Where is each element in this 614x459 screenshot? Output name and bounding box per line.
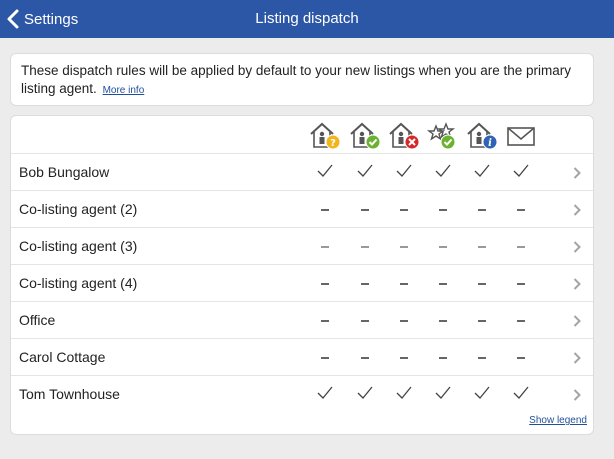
checkmark-icon: [467, 376, 497, 412]
checkmark-icon: [310, 376, 340, 412]
row-label: Tom Townhouse: [19, 386, 120, 402]
checkmark-icon: [389, 376, 419, 412]
chevron-left-icon: [7, 9, 19, 29]
checkmark-icon: [350, 154, 380, 190]
checkmark-icon: [428, 376, 458, 412]
table-row[interactable]: Office: [11, 302, 593, 339]
dash-icon: [506, 302, 536, 338]
dash-icon: [506, 339, 536, 375]
dash-icon: [350, 228, 380, 264]
intro-card: These dispatch rules will be applied by …: [10, 53, 594, 106]
row-label: Co-listing agent (2): [19, 201, 138, 217]
dash-icon: [389, 228, 419, 264]
checkmark-icon: [428, 154, 458, 190]
checkmark-icon: [389, 154, 419, 190]
checkmark-icon: [467, 154, 497, 190]
stars-check-icon: [426, 120, 459, 150]
dash-icon: [428, 302, 458, 338]
dash-icon: [389, 339, 419, 375]
dash-icon: [389, 265, 419, 301]
dash-icon: [350, 191, 380, 227]
row-label: Bob Bungalow: [19, 164, 110, 180]
checkmark-icon: [310, 154, 340, 190]
table-row[interactable]: Co-listing agent (3): [11, 228, 593, 265]
row-label: Carol Cottage: [19, 349, 106, 365]
dash-icon: [389, 302, 419, 338]
table-row[interactable]: Bob Bungalow: [11, 154, 593, 191]
svg-text:?: ?: [330, 138, 336, 149]
dash-icon: [310, 191, 340, 227]
dash-icon: [506, 228, 536, 264]
dash-icon: [350, 302, 380, 338]
page-title: Listing dispatch: [255, 10, 359, 27]
dash-icon: [506, 265, 536, 301]
dash-icon: [350, 339, 380, 375]
dash-icon: [428, 339, 458, 375]
dash-icon: [310, 265, 340, 301]
more-info-link[interactable]: More info: [103, 85, 145, 96]
table-row[interactable]: Carol Cottage: [11, 339, 593, 376]
checkmark-icon: [350, 376, 380, 412]
dash-icon: [467, 265, 497, 301]
dash-icon: [467, 339, 497, 375]
dash-icon: [389, 191, 419, 227]
row-label: Co-listing agent (4): [19, 275, 138, 291]
dash-icon: [310, 302, 340, 338]
dispatch-rules-table: ? i Bob Bungalow Co-listing agent (2) Co-li…: [10, 115, 594, 435]
house-agent-info-icon: i: [466, 120, 498, 150]
dash-icon: [310, 339, 340, 375]
svg-text:i: i: [488, 138, 492, 149]
table-row[interactable]: Co-listing agent (4): [11, 265, 593, 302]
house-agent-cross-icon: [388, 120, 420, 150]
house-agent-question-icon: ?: [309, 120, 341, 150]
table-header: ? i: [11, 116, 593, 154]
dash-icon: [428, 228, 458, 264]
table-row[interactable]: Co-listing agent (2): [11, 191, 593, 228]
show-legend-link[interactable]: Show legend: [529, 415, 587, 426]
row-label: Co-listing agent (3): [19, 238, 138, 254]
dash-icon: [467, 302, 497, 338]
dash-icon: [467, 228, 497, 264]
house-agent-check-icon: [349, 120, 381, 150]
checkmark-icon: [506, 154, 536, 190]
dash-icon: [310, 228, 340, 264]
envelope-icon: [505, 120, 537, 150]
dash-icon: [428, 191, 458, 227]
dash-icon: [467, 191, 497, 227]
dash-icon: [350, 265, 380, 301]
row-label: Office: [19, 312, 56, 328]
back-button-label: Settings: [24, 10, 79, 28]
table-row[interactable]: Tom Townhouse: [11, 376, 593, 413]
checkmark-icon: [506, 376, 536, 412]
dash-icon: [506, 191, 536, 227]
dash-icon: [428, 265, 458, 301]
navigation-bar: Settings Listing dispatch: [0, 0, 614, 38]
back-button[interactable]: Settings: [6, 0, 78, 38]
